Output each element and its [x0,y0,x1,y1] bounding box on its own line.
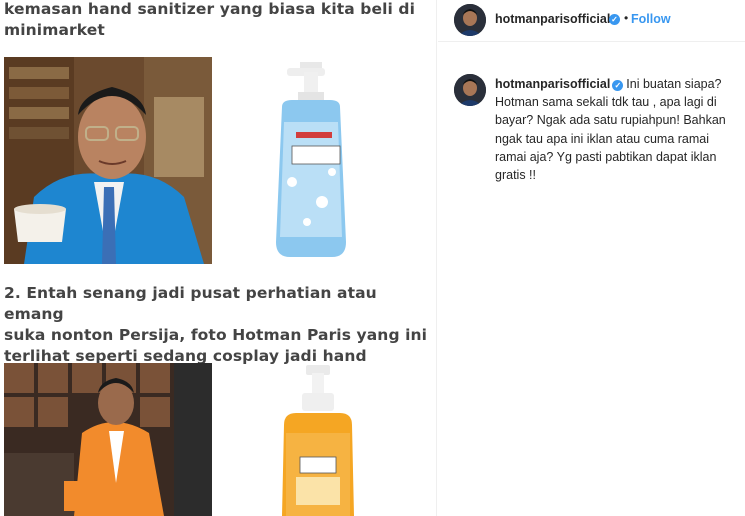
photo-man-orange-suit [4,363,212,516]
verified-badge-icon: ✓ [612,80,624,91]
caption-body: hotmanparisofficial ✓ Ini buatan siapa? Ho… [495,75,735,184]
follow-button[interactable]: Follow [631,12,671,26]
verified-badge-icon: ✓ [609,14,620,25]
caption-username[interactable]: hotmanparisofficial [495,77,610,91]
caption-text: Ini buatan siapa? Hotman sama sekali tdk… [495,77,726,183]
article-heading-top: kemasan hand sanitizer yang biasa kita b… [4,0,416,39]
photo-man-blue-suit [4,57,212,264]
header-username[interactable]: hotmanparisofficial [495,12,610,26]
avatar[interactable] [454,4,486,36]
post-image: kemasan hand sanitizer yang biasa kita b… [0,0,437,516]
sanitizer-bottle-orange [272,365,364,516]
post-sidebar: hotmanparisofficial ✓ • Follow hotmanpar… [438,0,745,516]
post-header: hotmanparisofficial ✓ • Follow [438,0,745,42]
sanitizer-bottle-blue [262,62,362,264]
separator-dot: • [624,11,629,25]
avatar[interactable] [454,74,486,106]
